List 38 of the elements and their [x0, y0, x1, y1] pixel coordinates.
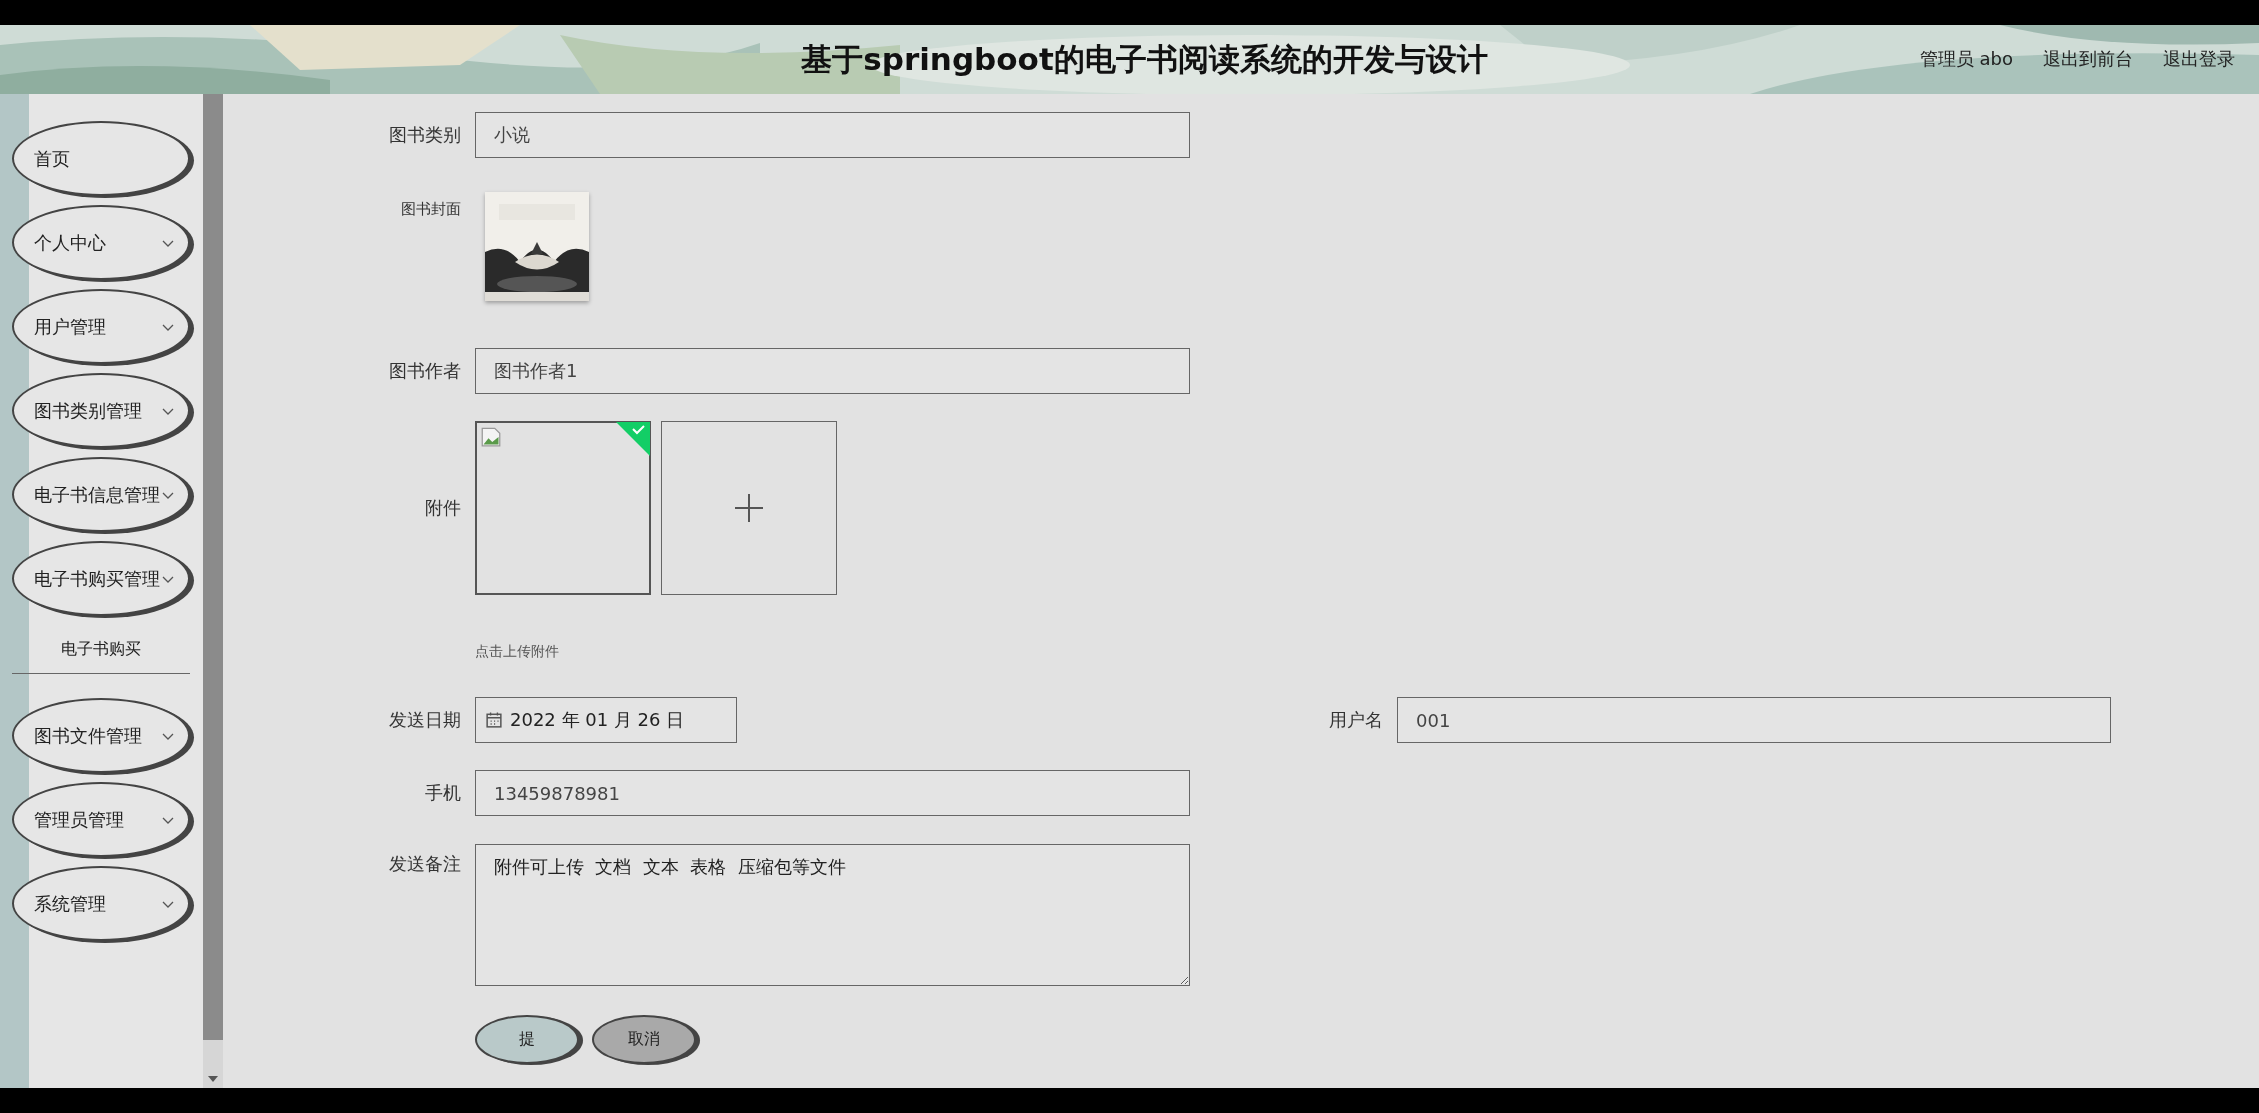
menu-item[interactable]: 电子书购买管理 [12, 541, 190, 616]
menu-item[interactable]: 系统管理 [12, 866, 190, 941]
field-label: 发送备注 [388, 852, 461, 876]
menu-item[interactable]: 图书类别管理 [12, 373, 190, 448]
menu-item[interactable]: 用户管理 [12, 289, 190, 364]
uploaded-file-tile[interactable] [475, 421, 651, 595]
menu-item[interactable]: 首页 [12, 121, 190, 196]
author-field[interactable]: 图书作者1 [475, 348, 1190, 394]
header-link[interactable]: 退出登录 [2163, 47, 2235, 71]
menu-item[interactable]: 图书文件管理 [12, 698, 190, 773]
field-label: 发送日期 [388, 708, 461, 732]
field-label: 附件 [424, 496, 461, 520]
broken-image-icon [481, 427, 501, 447]
calendar-icon [486, 712, 502, 728]
field-label: 图书类别 [388, 123, 461, 147]
form-button[interactable]: 取消 [592, 1015, 696, 1064]
upload-hint: 点击上传附件 [475, 643, 559, 661]
phone-field[interactable]: 13459878981 [475, 770, 1190, 816]
field-label: 手机 [424, 781, 461, 805]
scroll-down-icon[interactable] [208, 1076, 218, 1082]
field-label: 图书作者 [388, 359, 461, 383]
menu-item[interactable]: 个人中心 [12, 205, 190, 280]
form-button[interactable]: 提 [475, 1015, 579, 1064]
username-field[interactable]: 001 [1397, 697, 2111, 743]
remark-field[interactable]: 附件可上传 文档 文本 表格 压缩包等文件 [475, 844, 1190, 986]
upload-button[interactable] [661, 421, 837, 595]
date-field[interactable]: 2022 年 01 月 26 日 [475, 697, 737, 743]
menu-item[interactable]: 电子书信息管理 [12, 457, 190, 532]
page-title: 基于springboot的电子书阅读系统的开发与设计 [801, 39, 1488, 79]
field-label: 图书封面 [400, 200, 461, 219]
category-field[interactable]: 小说 [475, 112, 1190, 158]
scrollbar[interactable] [203, 94, 223, 1088]
plus-icon [734, 493, 764, 523]
field-label: 用户名 [1328, 708, 1383, 732]
submenu-item[interactable]: 电子书购买 [12, 625, 190, 674]
menu-item[interactable]: 管理员管理 [12, 782, 190, 857]
header-link[interactable]: 管理员 abo [1919, 47, 2013, 71]
header-link[interactable]: 退出到前台 [2043, 47, 2133, 71]
